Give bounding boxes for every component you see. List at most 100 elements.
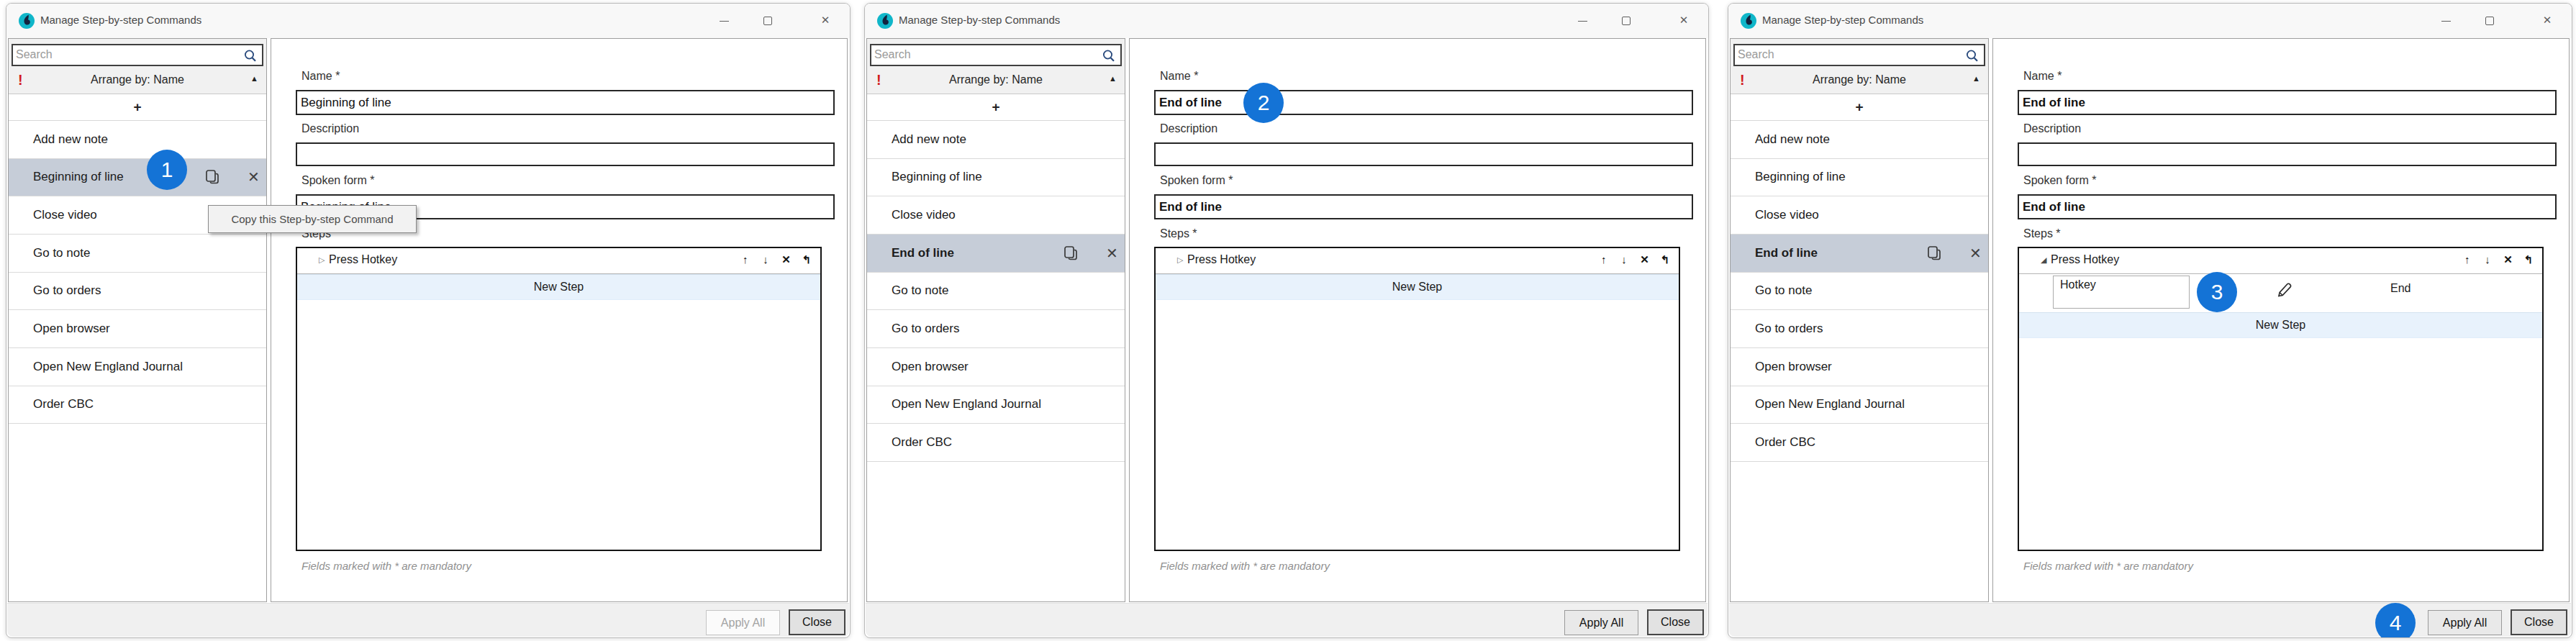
delete-command-icon[interactable]: ✕: [1106, 245, 1118, 262]
name-input[interactable]: Beginning of line: [296, 90, 835, 115]
list-item[interactable]: Add new note: [9, 121, 266, 159]
close-dialog-button[interactable]: Close: [789, 609, 845, 635]
apply-all-button[interactable]: Apply All: [2428, 610, 2502, 635]
list-item[interactable]: Go to note: [867, 273, 1125, 311]
move-down-icon[interactable]: ↓: [2479, 253, 2496, 265]
close-icon[interactable]: ✕: [2531, 4, 2564, 37]
description-input[interactable]: [2018, 142, 2557, 166]
titlebar[interactable]: Manage Step-by-step Commands ✕: [865, 4, 1708, 38]
delete-command-icon[interactable]: ✕: [1969, 245, 1982, 262]
close-x-glyph: ✕: [2543, 14, 2552, 26]
list-item[interactable]: Open browser: [9, 310, 266, 348]
list-item[interactable]: Order CBC: [867, 424, 1125, 462]
search-icon[interactable]: [242, 47, 259, 65]
hotkey-field[interactable]: Hotkey: [2053, 276, 2190, 309]
bottom-bar: Apply All Close: [7, 603, 849, 637]
step-header-press-hotkey[interactable]: ▷ Press Hotkey ↑ ↓ ✕ ↰: [1156, 248, 1679, 274]
move-up-icon[interactable]: ↑: [2459, 253, 2476, 265]
list-item[interactable]: Add new note: [867, 121, 1125, 159]
dragon-app-icon: [1741, 13, 1756, 29]
add-command-button[interactable]: +: [1731, 94, 1988, 121]
list-item[interactable]: End of line✕: [1731, 235, 1988, 273]
list-item-label: Beginning of line: [1755, 170, 1846, 184]
search-icon[interactable]: [1100, 47, 1117, 65]
list-item[interactable]: Go to note: [1731, 273, 1988, 311]
edit-hotkey-icon[interactable]: [2273, 278, 2295, 300]
arrange-by-label: Arrange by: Name: [1731, 73, 1988, 86]
minimize-button[interactable]: [1566, 4, 1599, 37]
apply-all-button[interactable]: Apply All: [706, 610, 780, 635]
window-title: Manage Step-by-step Commands: [1762, 14, 1923, 26]
move-up-icon[interactable]: ↑: [737, 253, 754, 265]
list-item[interactable]: Open New England Journal: [867, 386, 1125, 424]
list-item[interactable]: Go to orders: [1731, 310, 1988, 348]
description-input[interactable]: [296, 142, 835, 166]
list-item[interactable]: Order CBC: [9, 386, 266, 424]
arrange-by-bar[interactable]: ! Arrange by: Name ▲: [9, 68, 266, 94]
copy-command-icon[interactable]: [1926, 245, 1941, 262]
list-item[interactable]: Go to note: [9, 235, 266, 273]
maximize-button[interactable]: [751, 4, 784, 37]
list-item[interactable]: Add new note: [1731, 121, 1988, 159]
list-item[interactable]: Beginning of line: [867, 159, 1125, 197]
list-item[interactable]: Go to orders: [867, 310, 1125, 348]
arrange-by-bar[interactable]: ! Arrange by: Name ▲: [867, 68, 1125, 94]
search-input[interactable]: Search: [12, 44, 263, 66]
list-item[interactable]: Open New England Journal: [1731, 386, 1988, 424]
list-item[interactable]: Close video: [1731, 196, 1988, 235]
add-command-button[interactable]: +: [867, 94, 1125, 121]
expander-icon[interactable]: ◢: [2041, 255, 2046, 265]
move-up-icon[interactable]: ↑: [1595, 253, 1613, 265]
list-item[interactable]: Beginning of line✕: [9, 159, 266, 197]
close-dialog-button[interactable]: Close: [1647, 609, 1704, 635]
move-down-icon[interactable]: ↓: [1615, 253, 1633, 265]
spoken-form-input[interactable]: End of line: [2018, 194, 2557, 219]
name-input[interactable]: End of line: [1154, 90, 1693, 115]
search-icon[interactable]: [1964, 47, 1981, 65]
delete-command-icon[interactable]: ✕: [248, 168, 260, 186]
move-down-icon[interactable]: ↓: [757, 253, 774, 265]
arrange-by-bar[interactable]: ! Arrange by: Name ▲: [1731, 68, 1988, 94]
copy-command-icon[interactable]: [204, 168, 219, 186]
close-dialog-button[interactable]: Close: [2511, 609, 2567, 635]
list-item[interactable]: Go to orders: [9, 273, 266, 311]
add-command-button[interactable]: +: [9, 94, 266, 121]
new-step-button[interactable]: New Step: [2019, 312, 2542, 338]
step-header-press-hotkey[interactable]: ▷ Press Hotkey ↑ ↓ ✕ ↰: [297, 248, 820, 274]
new-step-button[interactable]: New Step: [1156, 274, 1679, 300]
maximize-button[interactable]: [2473, 4, 2506, 37]
list-item[interactable]: Open browser: [1731, 348, 1988, 386]
close-icon[interactable]: ✕: [809, 4, 842, 37]
delete-step-icon[interactable]: ✕: [1636, 253, 1654, 266]
list-item[interactable]: Close video: [867, 196, 1125, 235]
expander-icon[interactable]: ▷: [1177, 255, 1183, 265]
mandatory-note: Fields marked with * are mandatory: [2023, 560, 2193, 572]
new-step-button[interactable]: New Step: [297, 274, 820, 300]
step-header-press-hotkey[interactable]: ◢ Press Hotkey ↑ ↓ ✕ ↰: [2019, 248, 2542, 274]
titlebar[interactable]: Manage Step-by-step Commands ✕: [1728, 4, 2572, 38]
maximize-button[interactable]: [1610, 4, 1643, 37]
delete-step-icon[interactable]: ✕: [778, 253, 795, 266]
minimize-button[interactable]: [2429, 4, 2462, 37]
close-icon[interactable]: ✕: [1667, 4, 1700, 37]
apply-all-button[interactable]: Apply All: [1564, 610, 1638, 635]
titlebar[interactable]: Manage Step-by-step Commands ✕: [6, 4, 850, 38]
expander-icon[interactable]: ▷: [319, 255, 325, 265]
spoken-form-input[interactable]: End of line: [1154, 194, 1693, 219]
copy-command-icon[interactable]: [1062, 245, 1078, 262]
list-item[interactable]: Open New England Journal: [9, 348, 266, 386]
undo-step-icon[interactable]: ↰: [1656, 253, 1674, 266]
delete-step-icon[interactable]: ✕: [2500, 253, 2517, 266]
minimize-button[interactable]: [707, 4, 740, 37]
list-item[interactable]: End of line✕: [867, 235, 1125, 273]
list-item[interactable]: Order CBC: [1731, 424, 1988, 462]
search-input[interactable]: Search: [870, 44, 1122, 66]
list-item[interactable]: Open browser: [867, 348, 1125, 386]
description-input[interactable]: [1154, 142, 1693, 166]
undo-step-icon[interactable]: ↰: [2520, 253, 2537, 266]
list-item[interactable]: Beginning of line: [1731, 159, 1988, 197]
name-input[interactable]: End of line: [2018, 90, 2557, 115]
bottom-bar: Apply All Close: [1729, 603, 2571, 637]
search-input[interactable]: Search: [1733, 44, 1985, 66]
undo-step-icon[interactable]: ↰: [798, 253, 815, 266]
